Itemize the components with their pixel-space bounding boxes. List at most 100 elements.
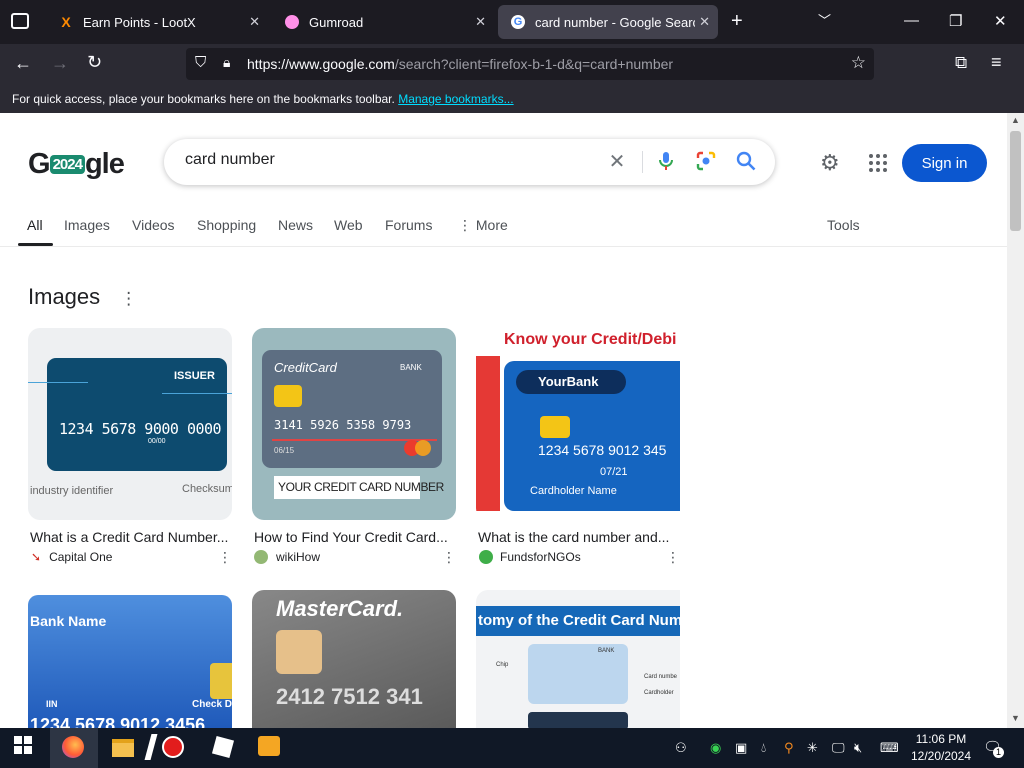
lens-icon[interactable] [694,149,718,173]
back-icon[interactable]: ← [14,53,32,74]
close-tab-icon[interactable]: ✕ [249,14,260,30]
reload-icon[interactable]: ↻ [87,52,102,73]
more-vert-icon[interactable]: ⋮ [218,549,232,566]
result-thumbnail[interactable]: ISSUER 1234 5678 9000 0000 00/00 industr… [28,328,232,520]
image-result[interactable]: CreditCard BANK 3141 5926 5358 9793 06/1… [252,328,456,520]
tab-images[interactable]: Images [64,217,110,233]
search-icon[interactable] [734,149,758,173]
lock-icon[interactable]: 🔒︎ [223,54,230,71]
tab-all[interactable]: All [27,217,43,233]
clock-time: 11:06 PM [915,732,967,746]
result-thumbnail[interactable]: Know your Credit/Debi YourBank 1234 5678… [476,328,680,520]
tab-news[interactable]: News [278,217,313,233]
close-tab-icon[interactable]: ✕ [475,14,486,30]
tab-gumroad[interactable]: Gumroad ✕ [272,5,494,39]
search-box[interactable]: ✕ [164,139,775,185]
restore-icon[interactable]: ❐ [949,12,962,30]
minimize-icon[interactable]: — [904,12,919,29]
forward-icon[interactable]: → [51,53,69,74]
card-text: Cardholder Name [530,485,617,497]
app-tray-icon[interactable]: ▣ [735,740,747,756]
search-tabs: All Images Videos Shopping News Web Foru… [0,199,1007,247]
scrollbar-thumb[interactable] [1010,131,1021,231]
roblox-icon[interactable] [211,735,236,760]
extensions-icon[interactable]: ⧉ [955,53,967,73]
image-result[interactable]: Know your Credit/Debi YourBank 1234 5678… [476,328,680,520]
star-icon[interactable]: ☆ [851,53,866,73]
record-icon[interactable] [162,736,186,760]
card-text: BANK [598,648,615,654]
result-thumbnail[interactable]: Bank Name IIN Check D 1234 5678 9012 345… [28,595,232,728]
search-input[interactable] [185,151,585,169]
result-source[interactable]: FundsforNGOs [479,550,581,564]
shield-icon[interactable]: ⛉ [195,54,206,71]
more-vert-icon[interactable]: ⋮ [120,289,137,308]
card-text: YOUR CREDIT CARD NUMBER [278,480,444,494]
keyboard-icon[interactable]: ⌨ [880,740,899,756]
card-text: 2412 7512 341 [276,684,423,709]
notifications-icon[interactable]: 🗨︎ 1 [983,738,1004,758]
close-window-icon[interactable]: ✕ [994,12,1007,30]
media-player-icon[interactable] [258,736,282,760]
system-clock[interactable]: 11:06 PM 12/20/2024 [906,731,976,765]
settings-icon[interactable]: ⚙ [820,150,840,176]
browser-tab-bar: X Earn Points - LootX ✕ Gumroad ✕ G card… [0,0,1024,44]
card-text: 1234 5678 9012 345 [538,442,667,458]
apps-icon[interactable] [868,153,888,173]
result-source[interactable]: wikiHow [254,550,320,564]
sign-in-button[interactable]: Sign in [902,144,987,182]
more-vert-icon[interactable]: ⋮ [442,549,456,566]
volume-muted-icon[interactable]: 🔇︎ [854,740,862,756]
card-text: Chip [496,662,509,668]
sparkle-icon[interactable]: ✳ [807,740,818,756]
google-doodle-logo[interactable]: G 2024 gle [28,148,125,181]
result-thumbnail[interactable]: MasterCard. 2412 7512 341 [252,590,456,728]
menu-icon[interactable]: ≡ [991,52,1002,73]
windows-taskbar: ⚇ ◉ ▣ 💧︎ ⚲ ✳ 🖵︎ 🔇︎ ⌨ 11:06 PM 12/20/2024… [0,728,1024,768]
file-explorer-icon[interactable] [112,736,136,760]
close-tab-icon[interactable]: ✕ [699,14,710,30]
card-text: Check D [192,699,232,710]
people-icon[interactable]: ⚇ [675,740,687,756]
status-green-icon[interactable]: ◉ [710,740,721,756]
card-text: YourBank [538,374,599,389]
image-result[interactable]: MasterCard. 2412 7512 341 [252,590,456,728]
firefox-icon[interactable] [62,736,86,760]
tab-lootx[interactable]: X Earn Points - LootX ✕ [46,5,268,39]
card-text: Bank Name [30,613,107,629]
url-text[interactable]: https://www.google.com/search?client=fir… [247,56,673,72]
google-results-page: G2024gle ✕ ⚙ Sign in All Images Videos S… [0,113,1007,728]
chevron-down-icon[interactable]: ﹀ [818,10,831,29]
result-caption[interactable]: How to Find Your Credit Card... [254,529,454,545]
address-bar[interactable]: ⛉ 🔒︎ https://www.google.com/search?clien… [186,48,874,80]
search-tray-icon[interactable]: ⚲ [784,740,794,756]
tools-button[interactable]: Tools [827,217,860,233]
drop-icon[interactable]: 💧︎ [761,740,766,756]
more-menu[interactable]: ⋮ More [458,217,508,234]
page-scrollbar[interactable]: ▲ ▼ [1007,113,1024,728]
tab-forums[interactable]: Forums [385,217,432,233]
windows-start-icon[interactable] [14,736,38,760]
network-icon[interactable]: 🖵︎ [832,740,845,756]
image-result[interactable]: tomy of the Credit Card Numb BANK Chip C… [476,590,680,728]
manage-bookmarks-link[interactable]: Manage bookmarks... [398,92,513,106]
microphone-icon[interactable] [654,149,678,173]
images-section-title: Images ⋮ [28,284,138,309]
more-vert-icon[interactable]: ⋮ [666,549,680,566]
result-thumbnail[interactable]: CreditCard BANK 3141 5926 5358 9793 06/1… [252,328,456,520]
result-caption[interactable]: What is a Credit Card Number... [30,529,230,545]
card-text: 07/21 [600,466,628,478]
tab-google-search[interactable]: G card number - Google Search ✕ [498,5,718,39]
card-text: 3141 5926 5358 9793 [274,418,412,432]
image-result[interactable]: Bank Name IIN Check D 1234 5678 9012 345… [28,595,232,728]
tab-videos[interactable]: Videos [132,217,175,233]
result-caption[interactable]: What is the card number and... [478,529,678,545]
new-tab-button[interactable]: + [731,10,743,33]
result-source[interactable]: ➘ Capital One [31,550,112,564]
firefox-view-icon[interactable] [11,13,29,29]
tab-web[interactable]: Web [334,217,363,233]
image-result[interactable]: ISSUER 1234 5678 9000 0000 00/00 industr… [28,328,232,520]
tab-shopping[interactable]: Shopping [197,217,256,233]
result-thumbnail[interactable]: tomy of the Credit Card Numb BANK Chip C… [476,590,680,728]
clear-icon[interactable]: ✕ [605,149,629,173]
